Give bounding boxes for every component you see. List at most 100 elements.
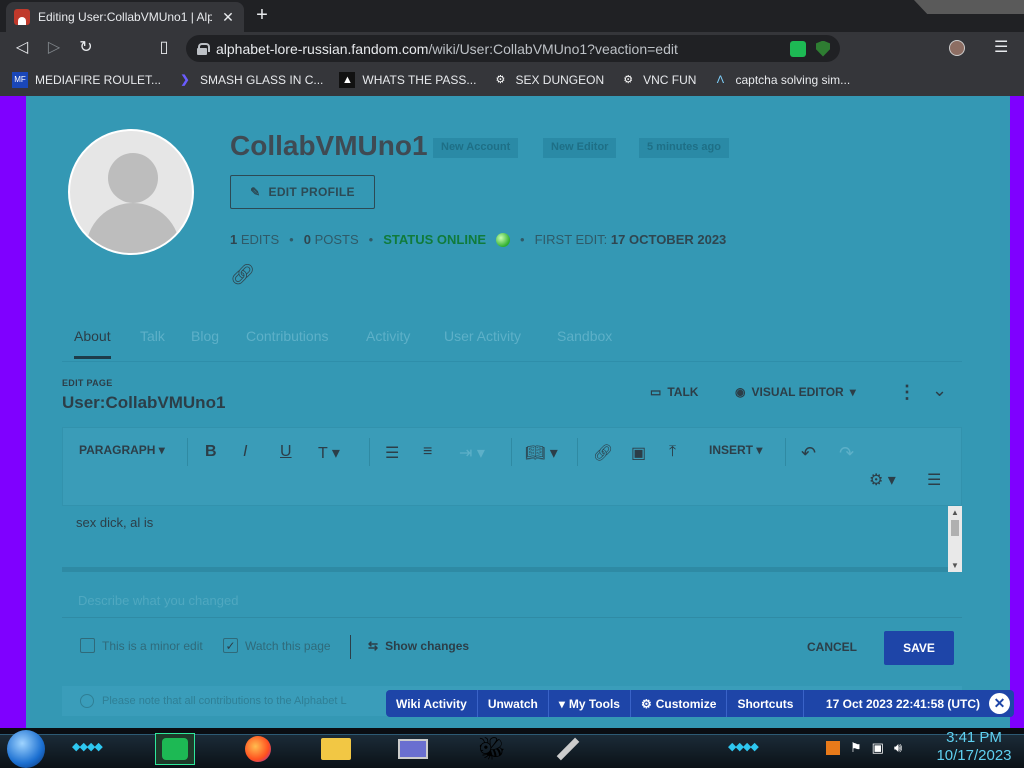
gear-icon: ⚙ — [623, 74, 634, 86]
bookmark-item[interactable]: ⚙ VNC FUN — [620, 72, 696, 88]
more-options-icon[interactable]: ⋮ — [898, 382, 916, 403]
file-explorer-icon[interactable] — [316, 733, 356, 765]
editor-scrollbar[interactable]: ▲ ▼ — [948, 506, 962, 572]
firefox-icon[interactable] — [238, 733, 278, 765]
unwatch-link[interactable]: Unwatch — [478, 690, 549, 717]
hamburger-menu-icon[interactable]: ☰ — [927, 470, 941, 490]
address-bar[interactable]: alphabet-lore-russian.fandom.com/wiki/Us… — [186, 35, 840, 62]
editor-text[interactable]: sex dick, al is — [76, 515, 153, 530]
profile-avatar-icon[interactable] — [949, 40, 965, 56]
close-icon[interactable]: ✕ — [989, 693, 1010, 714]
visual-editor-dropdown[interactable]: ◉ VISUAL EDITOR ▾ — [735, 385, 856, 399]
utc-clock: 17 Oct 2023 22:41:58 (UTC) — [825, 696, 980, 711]
forward-icon[interactable]: ▷ — [44, 38, 64, 58]
eye-icon: ◉ — [735, 385, 746, 399]
network-icon[interactable]: ▣ — [872, 740, 884, 756]
diff-icon: ⇆ — [368, 639, 379, 653]
extension-icon[interactable] — [790, 40, 806, 57]
window-controls-area — [914, 0, 1024, 14]
tab-blog[interactable]: Blog — [191, 328, 219, 344]
underline-icon[interactable]: U — [280, 443, 292, 461]
new-tab-button[interactable]: + — [252, 5, 272, 26]
numbered-list-icon[interactable]: ≡ — [423, 443, 432, 461]
bookmark-item[interactable]: ▲ WHATS THE PASS... — [339, 72, 476, 88]
editor-content-area[interactable]: sex dick, al is ▲ ▼ — [62, 506, 962, 572]
bullet-list-icon[interactable]: ☰ — [385, 443, 399, 463]
bookmark-item[interactable]: ⚙ SEX DUNGEON — [492, 72, 605, 88]
undo-icon[interactable]: ↶ — [801, 443, 816, 464]
my-tools-menu[interactable]: ▾ My Tools — [549, 690, 631, 717]
editor-toolbar: PARAGRAPH ▾ B I U T ▾ ☰ ≡ ⇥ ▾ 📖︎ ▾ 🔗︎ ▣ … — [62, 427, 962, 506]
bookmark-icon[interactable]: ▯ — [154, 38, 174, 58]
link-insert-icon[interactable]: 🔗︎ — [593, 443, 613, 463]
taskbar-app-messenger[interactable] — [155, 733, 195, 765]
indent-icon[interactable]: ⇥ ▾ — [459, 443, 485, 463]
box-icon: ▲ — [339, 72, 356, 88]
start-button[interactable] — [7, 730, 45, 768]
lambda-icon: Λ — [716, 74, 725, 86]
customize-link[interactable]: ⚙ Customize — [631, 690, 728, 717]
tab-contributions[interactable]: Contributions — [246, 328, 329, 344]
tab-user-activity[interactable]: User Activity — [444, 328, 521, 344]
menu-icon[interactable]: ☰ — [994, 37, 1008, 57]
tab-activity[interactable]: Activity — [366, 328, 410, 344]
upload-icon[interactable]: ⤒ — [669, 443, 676, 461]
profile-stats: 1 EDITS • 0 POSTS • STATUS ONLINE • FIRS… — [230, 232, 727, 247]
window-app-icon[interactable] — [393, 733, 433, 765]
chevron-down-icon[interactable]: ⌄ — [932, 380, 947, 401]
pencil-icon: ✎ — [250, 185, 261, 199]
volume-icon[interactable]: 🔊︎ — [894, 740, 902, 756]
back-icon[interactable]: ◁ — [12, 38, 32, 58]
redo-icon[interactable]: ↷ — [839, 443, 854, 464]
tool-app-icon[interactable] — [548, 733, 588, 765]
bookmark-item[interactable]: Λcaptcha solving sim... — [712, 72, 850, 88]
bookmark-item[interactable]: MF MEDIAFIRE ROULET... — [12, 72, 161, 88]
browser-tabstrip: Editing User:CollabVMUno1 | Alph ✕ + — [0, 0, 1024, 32]
show-changes-button[interactable]: ⇆ Show changes — [368, 639, 469, 653]
fandom-favicon-icon — [14, 9, 30, 25]
italic-icon[interactable]: I — [243, 443, 247, 461]
paragraph-dropdown[interactable]: PARAGRAPH ▾ — [79, 443, 165, 457]
system-clock[interactable]: 3:41 PM 10/17/2023 — [932, 729, 1016, 765]
image-icon[interactable]: ▣ — [631, 443, 646, 463]
browser-toolbar: ◁ ▷ ↻ ▯ alphabet-lore-russian.fandom.com… — [0, 32, 1024, 64]
tray-app-icon[interactable] — [826, 741, 840, 755]
taskbar-decoration: ◆◆◆◆ — [72, 741, 103, 753]
edit-profile-button[interactable]: ✎ EDIT PROFILE — [230, 175, 375, 209]
flag-icon[interactable]: ⚑ — [850, 740, 862, 756]
close-tab-icon[interactable]: ✕ — [220, 9, 236, 26]
edit-summary-input[interactable]: Describe what you changed — [78, 593, 238, 608]
wiki-activity-link[interactable]: Wiki Activity — [386, 690, 478, 717]
settings-gear-icon[interactable]: ⚙ ▾ — [869, 470, 896, 490]
text-style-icon[interactable]: T ▾ — [318, 443, 340, 463]
link-icon[interactable]: 🔗︎ — [230, 262, 255, 287]
save-button[interactable]: SAVE — [884, 631, 954, 665]
watch-page-checkbox[interactable]: ✓ Watch this page — [223, 638, 331, 653]
taskbar: ◆◆◆◆ 🐝︎ ◆◆◆◆ ⚑ ▣ 🔊︎ 3:41 PM 10/17/2023 — [0, 728, 1024, 768]
bold-icon[interactable]: B — [205, 443, 217, 461]
page-background: CollabVMUno1 New Account New Editor 5 mi… — [0, 96, 1024, 728]
username-heading: CollabVMUno1 — [230, 130, 428, 161]
tab-about[interactable]: About — [74, 328, 111, 359]
tag-joined: 5 minutes ago — [639, 138, 729, 158]
cancel-button[interactable]: CANCEL — [807, 640, 857, 654]
minor-edit-checkbox[interactable]: This is a minor edit — [80, 638, 203, 653]
bookmark-item[interactable]: ❯ SMASH GLASS IN C... — [177, 72, 323, 88]
checkmark-icon: ✓ — [223, 638, 238, 653]
book-icon[interactable]: 📖︎ ▾ — [525, 443, 558, 463]
tab-talk[interactable]: Talk — [140, 328, 165, 344]
tab-sandbox[interactable]: Sandbox — [557, 328, 612, 344]
tag-new-account: New Account — [433, 138, 519, 158]
browser-tab[interactable]: Editing User:CollabVMUno1 | Alph ✕ — [6, 2, 244, 32]
reload-icon[interactable]: ↻ — [76, 38, 96, 58]
shield-icon[interactable] — [816, 40, 830, 57]
shortcuts-link[interactable]: Shortcuts — [727, 690, 805, 717]
tab-title: Editing User:CollabVMUno1 | Alph — [38, 10, 212, 24]
url-text[interactable]: alphabet-lore-russian.fandom.com/wiki/Us… — [216, 41, 678, 57]
status-online: STATUS ONLINE — [383, 232, 487, 247]
talk-button[interactable]: ▭ TALK — [650, 385, 698, 399]
bee-app-icon[interactable]: 🐝︎ — [472, 733, 512, 765]
lock-icon — [196, 42, 210, 55]
insert-dropdown[interactable]: INSERT ▾ — [709, 443, 762, 457]
taskbar-decoration: ◆◆◆◆ — [728, 741, 759, 753]
